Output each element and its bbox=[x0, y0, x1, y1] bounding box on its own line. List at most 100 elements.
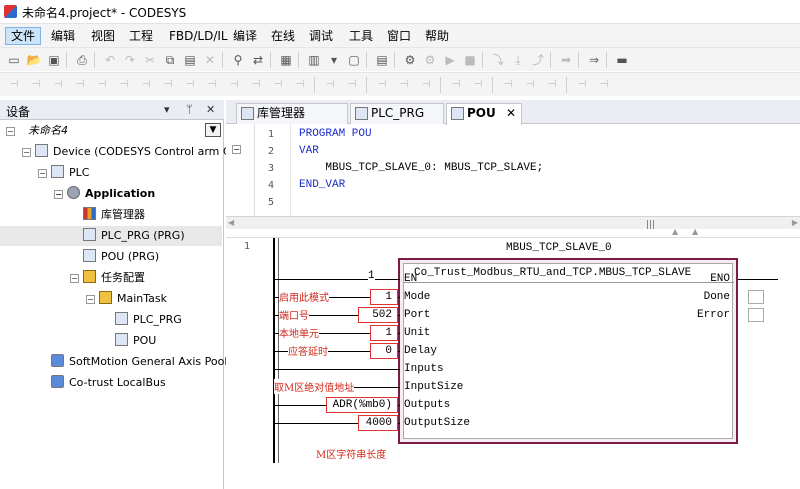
stop-icon[interactable]: ■ bbox=[462, 52, 478, 68]
insert-above-icon[interactable]: ⊣ bbox=[322, 77, 338, 93]
label-icon[interactable]: ⊣ bbox=[396, 77, 412, 93]
login-icon[interactable]: ⚙ bbox=[402, 52, 418, 68]
toolbar-options-icon[interactable]: ▬ bbox=[614, 52, 630, 68]
menu-item-9[interactable]: 窗口 bbox=[382, 27, 416, 45]
wire-icon[interactable]: ⊣ bbox=[522, 77, 538, 93]
input-value-port[interactable]: 502 bbox=[358, 307, 398, 323]
fbd-network[interactable]: 1 MBUS_TCP_SLAVE_0 Co_Trust_Modbus_RTU_a… bbox=[226, 238, 800, 489]
menu-item-3[interactable]: 工程 bbox=[124, 27, 158, 45]
input-value-mode[interactable]: 1 bbox=[370, 289, 398, 305]
generate-icon[interactable]: ▢ bbox=[346, 52, 362, 68]
cut-icon[interactable]: ✂ bbox=[142, 52, 158, 68]
tree-item-10[interactable]: POU bbox=[0, 331, 222, 351]
find-icon[interactable]: ⚲ bbox=[230, 52, 246, 68]
collapse-icon[interactable]: − bbox=[6, 127, 15, 136]
edge-icon[interactable]: ⊣ bbox=[248, 77, 264, 93]
input-icon[interactable]: ⊣ bbox=[50, 77, 66, 93]
negate-icon[interactable]: ⊣ bbox=[182, 77, 198, 93]
undo-icon[interactable]: ↶ bbox=[102, 52, 118, 68]
coil-icon[interactable]: ⊣ bbox=[160, 77, 176, 93]
step-into-icon[interactable]: ⤓ bbox=[510, 52, 526, 68]
paste-icon[interactable]: ▤ bbox=[182, 52, 198, 68]
copy-icon[interactable]: ⧉ bbox=[162, 52, 178, 68]
contact-icon[interactable]: ⊣ bbox=[138, 77, 154, 93]
input-value-en[interactable]: 1 bbox=[368, 270, 375, 282]
tab-1[interactable]: PLC_PRG bbox=[350, 103, 444, 124]
save-icon[interactable]: ▣ bbox=[46, 52, 62, 68]
step-out-icon[interactable]: ⤴ bbox=[530, 52, 546, 68]
split-down-icon[interactable]: ▲ bbox=[692, 227, 698, 236]
tree-item-7[interactable]: − 任务配置 bbox=[0, 268, 222, 288]
menu-item-6[interactable]: 在线 bbox=[266, 27, 300, 45]
tree-item-5[interactable]: PLC_PRG (PRG) bbox=[0, 226, 222, 246]
declaration-editor[interactable]: − 1 PROGRAM POU 2 VAR 3 MBUS_TCP_SLAVE_0: MB… bbox=[226, 124, 800, 216]
logout-icon[interactable]: ⚙ bbox=[422, 52, 438, 68]
output-value-box-error[interactable] bbox=[748, 308, 764, 322]
move-left-icon[interactable]: ⊣ bbox=[448, 77, 464, 93]
breakpoint-icon[interactable]: ⇒ bbox=[586, 52, 602, 68]
scroll-right-icon[interactable]: ▶ bbox=[792, 218, 798, 227]
output-value-box-done[interactable] bbox=[748, 290, 764, 304]
device-icon[interactable]: ▤ bbox=[374, 52, 390, 68]
jump-icon[interactable]: ⊣ bbox=[94, 77, 110, 93]
tab-2[interactable]: POU ✕ bbox=[446, 103, 522, 125]
print-icon[interactable]: ⎙ bbox=[74, 52, 90, 68]
branch-icon[interactable]: ⊣ bbox=[270, 77, 286, 93]
input-value-unit[interactable]: 1 bbox=[370, 325, 398, 341]
tree-item-3[interactable]: − Application bbox=[0, 184, 222, 204]
parallel-icon[interactable]: ⊣ bbox=[292, 77, 308, 93]
menu-item-1[interactable]: 编辑 bbox=[46, 27, 80, 45]
collapse-icon[interactable]: − bbox=[54, 190, 63, 199]
dropdown-icon[interactable]: ▾ bbox=[326, 52, 342, 68]
scroll-left-icon[interactable]: ◀ bbox=[228, 218, 234, 227]
fold-icon[interactable]: − bbox=[232, 145, 241, 154]
collapse-icon[interactable]: − bbox=[22, 148, 31, 157]
tab-0[interactable]: 库管理器 bbox=[236, 103, 348, 124]
output-icon[interactable]: ⊣ bbox=[72, 77, 88, 93]
split-up-icon[interactable]: ▲ bbox=[672, 227, 678, 236]
collapse-icon[interactable]: − bbox=[38, 169, 47, 178]
code-line[interactable]: END_VAR bbox=[299, 177, 345, 194]
step-over-icon[interactable]: ⤵ bbox=[490, 52, 506, 68]
tree-item-9[interactable]: PLC_PRG bbox=[0, 310, 222, 330]
code-line[interactable]: VAR bbox=[299, 143, 319, 160]
menu-item-8[interactable]: 工具 bbox=[344, 27, 378, 45]
set-icon[interactable]: ⊣ bbox=[204, 77, 220, 93]
tree-item-0[interactable]: − 未命名4 bbox=[0, 121, 222, 141]
code-line[interactable]: PROGRAM POU bbox=[299, 126, 372, 143]
close-tab-icon[interactable]: ✕ bbox=[506, 104, 516, 123]
tree-item-12[interactable]: Co-trust LocalBus bbox=[0, 373, 222, 393]
close-icon[interactable]: ✕ bbox=[206, 103, 215, 116]
menu-item-2[interactable]: 视图 bbox=[86, 27, 120, 45]
set-next-icon[interactable]: ➡ bbox=[558, 52, 574, 68]
run-icon[interactable]: ▶ bbox=[442, 52, 458, 68]
input-value-outputsize[interactable]: 4000 bbox=[358, 415, 398, 431]
horizontal-scrollbar[interactable]: ||| ◀ ▶ bbox=[226, 216, 800, 230]
delete-icon[interactable]: ✕ bbox=[202, 52, 218, 68]
menu-item-4[interactable]: FBD/LD/IL bbox=[164, 27, 233, 45]
align-icon[interactable]: ⊣ bbox=[500, 77, 516, 93]
code-line[interactable]: MBUS_TCP_SLAVE_0: MBUS_TCP_SLAVE; bbox=[299, 160, 543, 177]
menu-item-0[interactable]: 文件 bbox=[5, 27, 42, 45]
input-value-outputs[interactable]: ADR(%mb0) bbox=[326, 397, 398, 413]
panel-dropdown-icon[interactable]: ▾ bbox=[164, 103, 170, 116]
menu-item-5[interactable]: 编译 bbox=[228, 27, 262, 45]
insert-below-icon[interactable]: ⊣ bbox=[344, 77, 360, 93]
ret-icon[interactable]: ⊣ bbox=[374, 77, 390, 93]
build-icon[interactable]: ▥ bbox=[306, 52, 322, 68]
tree-item-4[interactable]: 库管理器 bbox=[0, 205, 222, 225]
collapse-icon[interactable]: − bbox=[70, 274, 79, 283]
tree-item-8[interactable]: − MainTask bbox=[0, 289, 222, 309]
network-icon[interactable]: ⊣ bbox=[6, 77, 22, 93]
select-all-icon[interactable]: ▦ bbox=[278, 52, 294, 68]
replace-icon[interactable]: ⇄ bbox=[250, 52, 266, 68]
return-icon[interactable]: ⊣ bbox=[116, 77, 132, 93]
extra-icon[interactable]: ⊣ bbox=[574, 77, 590, 93]
menu-item-10[interactable]: 帮助 bbox=[420, 27, 454, 45]
tree-item-6[interactable]: POU (PRG) bbox=[0, 247, 222, 267]
comment-icon[interactable]: ⊣ bbox=[418, 77, 434, 93]
tree-item-2[interactable]: − PLC bbox=[0, 163, 222, 183]
open-icon[interactable]: 📂 bbox=[26, 52, 42, 68]
pin-icon[interactable]: ᛘ bbox=[186, 103, 193, 116]
input-value-delay[interactable]: 0 bbox=[370, 343, 398, 359]
